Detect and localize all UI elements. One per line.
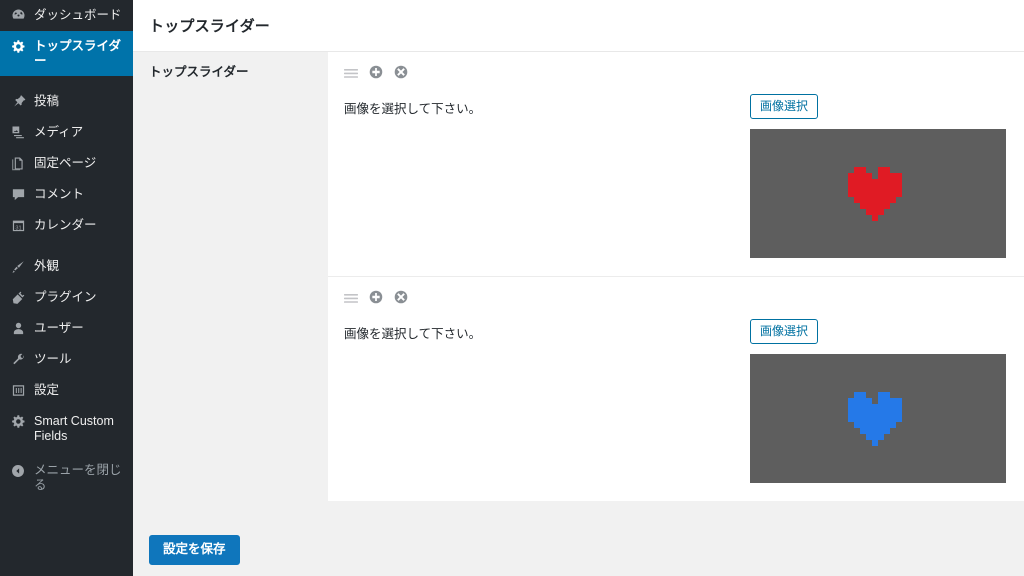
save-settings-button[interactable]: 設定を保存	[149, 535, 240, 565]
image-preview[interactable]	[750, 129, 1006, 258]
sidebar-item-appearance[interactable]: 外観	[0, 251, 133, 282]
select-image-button[interactable]: 画像選択	[750, 319, 819, 344]
select-image-button[interactable]: 画像選択	[750, 94, 819, 119]
sidebar-item-pages[interactable]: 固定ページ	[0, 148, 133, 179]
sidebar-item-tools[interactable]: ツール	[0, 344, 133, 375]
remove-circle-icon[interactable]	[394, 65, 408, 84]
slide-row: 画像を選択して下さい。 画像選択	[328, 52, 1024, 276]
pixel-heart-icon	[848, 391, 902, 446]
sidebar-item-dashboard[interactable]: ダッシュボード	[0, 0, 133, 31]
sidebar-item-label: ツール	[34, 352, 72, 366]
sidebar-item-media[interactable]: メディア	[0, 117, 133, 148]
user-icon	[9, 320, 27, 337]
sidebar-item-comments[interactable]: コメント	[0, 179, 133, 210]
slide-row: 画像を選択して下さい。 画像選択	[328, 276, 1024, 501]
media-icon	[9, 124, 27, 141]
sidebar-item-posts[interactable]: 投稿	[0, 86, 133, 117]
sidebar-item-top-slider[interactable]: トップスライダー	[0, 31, 133, 76]
sidebar-item-label: ユーザー	[34, 321, 84, 335]
sidebar-item-label: ダッシュボード	[34, 8, 122, 22]
slide-media: 画像選択	[750, 94, 1008, 258]
sidebar-item-label: プラグイン	[34, 290, 97, 304]
sidebar-item-label: 外観	[34, 259, 60, 273]
collapse-arrow-icon	[9, 462, 27, 479]
sidebar-item-collapse-menu[interactable]: メニューを閉じる	[0, 455, 133, 500]
submit-area: 設定を保存	[133, 501, 1024, 565]
slider-panel: 画像を選択して下さい。 画像選択 画像を選択して下さい。 画像選択	[328, 52, 1024, 501]
brush-icon	[9, 258, 27, 275]
settings-form: トップスライダー 画像を選択して下さい。 画像選択 画像を選択して下さい。 画像…	[133, 52, 1024, 501]
dashboard-icon	[9, 7, 27, 24]
page-header: トップスライダー	[133, 0, 1024, 52]
slide-note: 画像を選択して下さい。	[344, 327, 482, 341]
pixel-heart-icon	[848, 166, 902, 221]
pin-icon	[9, 93, 27, 110]
sidebar-item-plugins[interactable]: プラグイン	[0, 282, 133, 313]
sidebar-item-smart-custom-fields[interactable]: Smart Custom Fields	[0, 406, 133, 451]
sidebar-item-label: カレンダー	[34, 218, 97, 232]
gear-icon	[9, 413, 27, 430]
plugin-icon	[9, 289, 27, 306]
sidebar-item-users[interactable]: ユーザー	[0, 313, 133, 344]
sidebar-item-settings[interactable]: 設定	[0, 375, 133, 406]
sidebar-item-label: トップスライダー	[34, 39, 122, 68]
image-preview[interactable]	[750, 354, 1006, 483]
wrench-icon	[9, 351, 27, 368]
sidebar-item-calendar[interactable]: 31 カレンダー	[0, 210, 133, 241]
row-tools	[344, 290, 1008, 309]
sidebar-item-label: メニューを閉じる	[34, 463, 122, 492]
settings-icon	[9, 382, 27, 399]
slide-note: 画像を選択して下さい。	[344, 102, 482, 116]
sidebar-item-label: Smart Custom Fields	[34, 414, 114, 443]
remove-circle-icon[interactable]	[394, 290, 408, 309]
sidebar-item-label: メディア	[34, 125, 84, 139]
admin-sidebar: ダッシュボード トップスライダー 投稿 メディア 固定ページ コメント 31 カ…	[0, 0, 133, 576]
field-label-top-slider: トップスライダー	[149, 65, 249, 79]
sidebar-item-label: 設定	[34, 383, 60, 397]
main-content: トップスライダー トップスライダー 画像を選択して下さい。 画像選択 画像を選択…	[133, 0, 1024, 576]
calendar-icon: 31	[9, 217, 27, 234]
row-tools	[344, 65, 1008, 84]
sidebar-item-label: コメント	[34, 187, 85, 201]
add-circle-icon[interactable]	[369, 65, 383, 84]
sidebar-divider	[0, 76, 133, 86]
slide-body: 画像を選択して下さい。 画像選択	[344, 94, 1008, 258]
drag-handle-icon[interactable]	[344, 290, 358, 308]
admin-screen: ダッシュボード トップスライダー 投稿 メディア 固定ページ コメント 31 カ…	[0, 0, 1024, 576]
slide-media: 画像選択	[750, 319, 1008, 483]
page-title: トップスライダー	[149, 18, 271, 35]
drag-handle-icon[interactable]	[344, 65, 358, 83]
sidebar-item-label: 投稿	[34, 94, 60, 108]
add-circle-icon[interactable]	[369, 290, 383, 309]
svg-text:31: 31	[15, 225, 21, 231]
page-icon	[9, 155, 27, 172]
sidebar-divider	[0, 241, 133, 251]
slide-body: 画像を選択して下さい。 画像選択	[344, 319, 1008, 483]
gear-icon	[9, 38, 27, 55]
sidebar-item-label: 固定ページ	[34, 156, 97, 170]
comment-icon	[9, 186, 27, 203]
